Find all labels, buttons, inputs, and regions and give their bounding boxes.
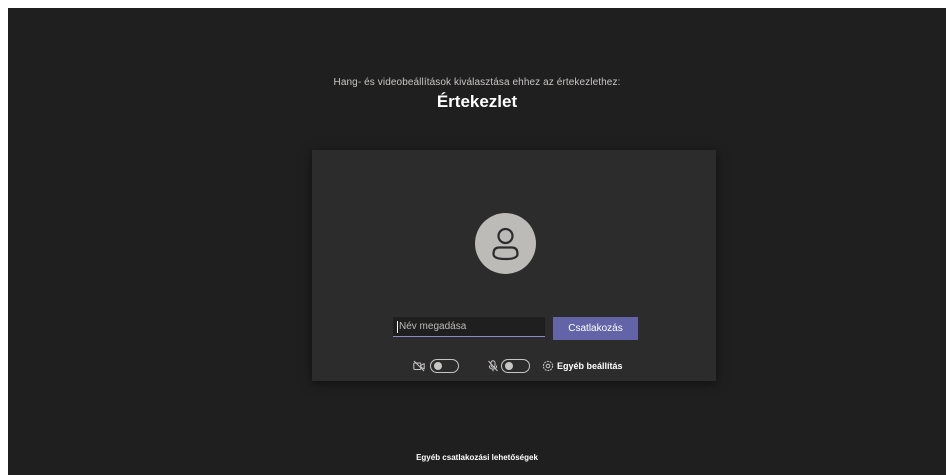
prejoin-subtitle: Hang- és videobeállítások kiválasztása e… <box>333 77 621 88</box>
meeting-title: Értekezlet <box>436 92 518 111</box>
media-controls: Egyéb beállítás <box>312 358 716 374</box>
gear-icon[interactable] <box>542 360 554 372</box>
camera-toggle-knob <box>434 362 442 370</box>
join-button[interactable]: Csatlakozás <box>553 317 638 340</box>
microphone-toggle-knob <box>505 362 513 370</box>
camera-icon <box>413 360 425 372</box>
other-settings-button[interactable]: Egyéb beállítás <box>557 361 623 371</box>
microphone-icon <box>487 360 499 372</box>
text-caret <box>397 321 398 333</box>
person-icon <box>475 213 536 274</box>
microphone-toggle[interactable] <box>501 359 530 373</box>
camera-toggle[interactable] <box>430 359 459 373</box>
name-input[interactable] <box>393 317 545 337</box>
prejoin-card: Csatlakozás <box>312 150 716 381</box>
other-join-options-link[interactable]: Egyéb csatlakozási lehetőségek <box>8 453 946 462</box>
meeting-prejoin-screen: Hang- és videobeállítások kiválasztása e… <box>8 8 946 475</box>
